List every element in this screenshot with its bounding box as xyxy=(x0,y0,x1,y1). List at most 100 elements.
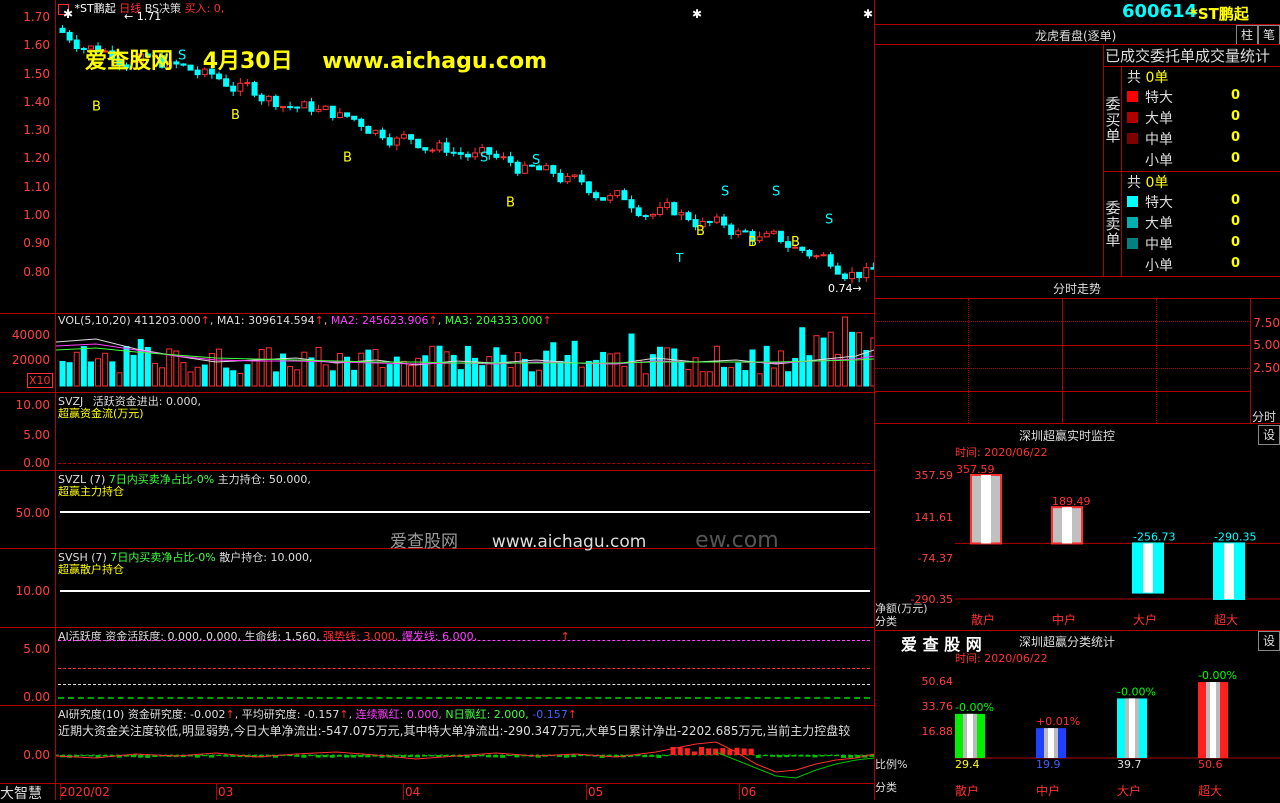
research-bar xyxy=(663,755,669,757)
color-swatch xyxy=(1127,91,1138,102)
volume-bar xyxy=(116,372,123,387)
candle-body xyxy=(649,213,656,217)
research-bar xyxy=(315,755,321,758)
vol-chart[interactable] xyxy=(56,314,874,392)
candle-body xyxy=(728,224,735,236)
candle-body xyxy=(408,134,415,140)
candle-body xyxy=(742,230,749,233)
vol-unit: X10 xyxy=(27,373,53,388)
tick-mode-button[interactable]: 笔 xyxy=(1258,25,1280,45)
classify-chart[interactable]: -0.00% 29.4 散户 +0.01% 19.9 中户 -0.00% 39.7 大户 -0.0… xyxy=(955,666,1280,800)
candle-body xyxy=(272,95,279,108)
volume-bar xyxy=(493,347,500,387)
monitor-category-label: 大户 xyxy=(1133,612,1157,627)
candle-body xyxy=(635,207,642,217)
candle-body xyxy=(557,172,564,183)
candle-body xyxy=(863,267,870,279)
monitor-chart[interactable]: 357.59 散户 189.49 中户 -256.73 大户 -290.35 超大 xyxy=(955,460,1280,630)
candle-body xyxy=(671,202,678,216)
volume-bar xyxy=(635,359,642,387)
volume-bar xyxy=(351,369,358,387)
bar-mode-button[interactable]: 柱 xyxy=(1236,25,1258,45)
sell-row-value: 0 xyxy=(1231,193,1241,208)
color-swatch xyxy=(1127,196,1138,207)
volume-bar xyxy=(600,351,607,387)
ai-research-title[interactable]: AI研究度(10) xyxy=(58,708,124,721)
ai-research-chart[interactable] xyxy=(56,740,874,782)
candle-body xyxy=(230,85,237,92)
volume-bar xyxy=(95,358,102,387)
sell-side-label: 委卖单 xyxy=(1105,200,1121,248)
volume-bar xyxy=(642,373,649,387)
volume-bar xyxy=(215,348,222,387)
classify-settings-button[interactable]: 设 xyxy=(1258,631,1280,651)
svzj-zero-line xyxy=(58,463,870,464)
monitor-category-label: 中户 xyxy=(1052,612,1076,627)
research-bar xyxy=(833,755,839,757)
color-swatch xyxy=(1127,112,1138,123)
ai-active-text: 资金活跃度: 0.000, 0.000, xyxy=(105,630,241,643)
research-bar xyxy=(748,748,754,755)
fenshi-chart[interactable] xyxy=(875,299,1251,423)
research-bar xyxy=(514,755,520,758)
monitor-settings-button[interactable]: 设 xyxy=(1258,425,1280,445)
volume-bar xyxy=(841,316,848,387)
buy-total-label: 共 xyxy=(1127,70,1141,86)
monitor-bar-highlight xyxy=(1224,543,1234,599)
date-tick: 03 xyxy=(218,785,234,799)
volume-bar xyxy=(408,365,415,387)
sell-row-label: 小单 xyxy=(1145,258,1173,274)
candle-body xyxy=(678,212,685,216)
candle-body xyxy=(422,147,429,151)
research-bar xyxy=(209,755,215,758)
volume-bar xyxy=(329,370,336,387)
research-bar xyxy=(216,755,222,757)
ai-active-title[interactable]: AI活跃度 xyxy=(58,630,102,643)
volume-bar xyxy=(464,345,471,387)
volume-bar xyxy=(208,353,215,387)
candle-body xyxy=(472,152,479,158)
monitor-bar-highlight xyxy=(1062,507,1072,544)
research-bar xyxy=(344,755,349,758)
buy-row-label: 大单 xyxy=(1145,111,1173,127)
chart-area[interactable]: *ST鹏起 日线 BS决策 买入: 0, 1.70 1.60 1.50 1.40… xyxy=(0,0,875,802)
candle-body xyxy=(785,241,792,248)
research-bar xyxy=(223,755,229,757)
ai-research-n-red: N日飘红: 2.000, xyxy=(445,708,529,721)
ai-research-header: AI研究度(10) 资金研究度: -0.002↑, 平均研究度: -0.157↑… xyxy=(58,708,577,721)
research-bar xyxy=(848,755,854,758)
candle-body xyxy=(827,254,834,267)
volume-bar xyxy=(230,370,237,387)
date-tick: 04 xyxy=(405,785,421,799)
kline-ytick: 1.50 xyxy=(23,67,50,81)
volume-bar xyxy=(500,354,507,387)
stock-code: 600614 xyxy=(1122,1,1198,22)
watermark-center: 爱查股网 www.aichagu.com ew.com xyxy=(390,527,779,553)
volume-bar xyxy=(87,361,94,387)
buy-signal: B xyxy=(343,150,352,165)
volume-bar xyxy=(102,352,109,387)
volume-bar xyxy=(870,337,874,387)
star-icon: ✱ xyxy=(692,7,702,21)
volume-bar xyxy=(301,351,308,387)
sell-signal: S xyxy=(825,213,833,228)
research-bar xyxy=(287,755,293,757)
volume-bar xyxy=(201,364,208,387)
classify-value-label: 39.7 xyxy=(1117,758,1142,771)
volume-bar xyxy=(137,339,144,387)
candle-body xyxy=(656,206,663,215)
research-bar xyxy=(81,755,87,757)
color-swatch xyxy=(1127,238,1138,249)
t-signal: T xyxy=(675,251,684,265)
research-bar xyxy=(691,751,697,755)
ai-active-life: 生命线: 1.560, xyxy=(244,630,320,643)
kline-ytick: 1.10 xyxy=(23,180,50,194)
classify-bar-core xyxy=(967,713,973,758)
sell-signal: S xyxy=(772,184,780,199)
classify-bar-core xyxy=(1048,728,1054,758)
research-bar xyxy=(507,755,513,757)
candle-body xyxy=(813,255,820,258)
research-bar xyxy=(478,755,484,757)
ai-research-ytick: 0.00 xyxy=(23,748,50,762)
volume-bar xyxy=(272,371,279,387)
